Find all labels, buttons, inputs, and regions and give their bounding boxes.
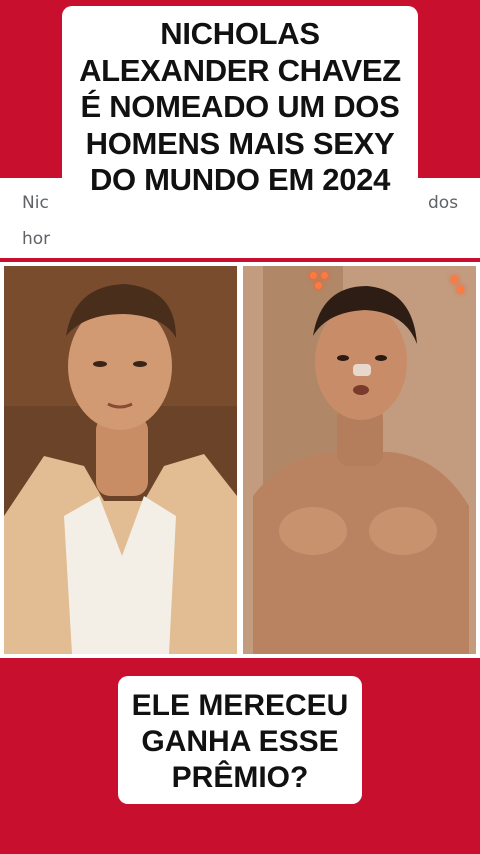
warm-light-dot — [310, 272, 317, 279]
question-card: ELE MERECEU GANHA ESSE PRÊMIO? — [118, 676, 362, 804]
article-snippet-right-1: dos — [428, 193, 459, 213]
photo-panel — [0, 262, 480, 658]
warm-light-dot — [315, 282, 322, 289]
portrait-photo-left — [4, 266, 237, 654]
warm-light-dot — [321, 272, 328, 279]
headline-line: ALEXANDER CHAVEZ — [79, 52, 401, 88]
headline-line: NICHOLAS — [160, 16, 320, 51]
question-line: GANHA ESSE — [141, 725, 339, 758]
scene-figure-right — [243, 266, 476, 654]
headline-card: NICHOLAS ALEXANDER CHAVEZ É NOMEADO UM D… — [62, 6, 418, 205]
headline-line: HOMENS MAIS SEXY — [85, 125, 395, 161]
question-line: PRÊMIO? — [171, 761, 309, 794]
headline-line: É NOMEADO UM DOS — [80, 89, 400, 124]
portrait-figure-left — [4, 266, 237, 654]
question-line: ELE MERECEU — [131, 689, 349, 722]
warm-light-dot — [457, 286, 464, 293]
scene-photo-right — [243, 266, 476, 654]
headline-line: DO MUNDO EM 2024 — [89, 162, 391, 197]
article-snippet-left-2: hor — [22, 229, 51, 249]
warm-light-dot — [451, 276, 458, 283]
article-snippet-left-1: Nic — [22, 193, 49, 213]
